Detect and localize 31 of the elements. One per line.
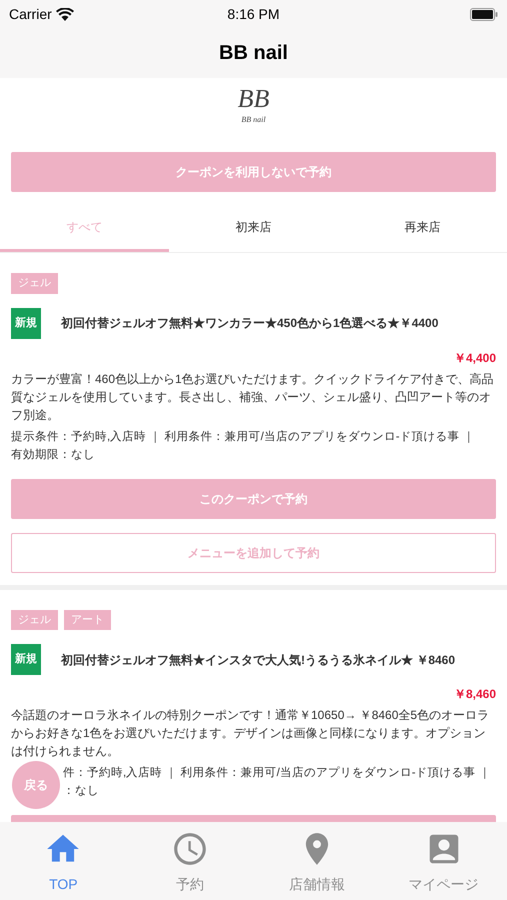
coupon-description: 今話題のオーロラ氷ネイルの特別クーポンです！通常￥10650→ ￥8460全5色のオーロラからお好きな1色をお選びいただけます。デザインは画像と同様になります。オプションは付けられません。 — [11, 707, 490, 760]
logo-monogram: BB — [238, 84, 270, 114]
coupon-price: ￥4,400 — [454, 350, 496, 366]
category-tag: アート — [64, 610, 111, 630]
filter-tab[interactable]: 再来店 — [338, 204, 507, 252]
filter-tab[interactable]: すべて — [0, 204, 169, 252]
reserve-without-coupon-button[interactable]: クーポンを利用しないで予約 — [11, 152, 496, 192]
nav-title: BB nail — [219, 41, 288, 66]
wifi-icon — [56, 8, 74, 20]
coupon-title: 初回付替ジェルオフ無料★ワンカラー★450色から1色選べる★￥4400 — [61, 315, 438, 332]
coupon-title: 初回付替ジェルオフ無料★インスタで大人気!うるうる氷ネイル★ ￥8460 — [61, 652, 456, 668]
logo-name: BB nail — [241, 114, 266, 126]
new-badge: 新規 — [11, 644, 41, 675]
coupon-price: ￥8,460 — [454, 686, 496, 703]
coupon-conditions: 提示条件：予約時,入店時 ｜ 利用条件：兼用可/当店のアプリをダウンロ-ド頂ける事 ｜ 有効期限：なし — [11, 429, 476, 462]
new-badge: 新規 — [11, 308, 41, 338]
bottom-tab[interactable]: 予約 — [126, 822, 254, 900]
add-menu-button[interactable]: メニューを追加して予約 — [11, 532, 496, 572]
bottom-tab[interactable]: 店舗情報 — [254, 822, 380, 900]
bottom-tab[interactable]: マイページ — [380, 822, 507, 900]
back-button[interactable]: 戻る — [12, 761, 60, 809]
reserve-coupon-button[interactable]: このクーポンで予約 — [11, 478, 496, 518]
category-tag: ジェル — [11, 273, 58, 294]
carrier-label: Carrier — [9, 4, 52, 24]
filter-tab[interactable]: 初来店 — [169, 204, 338, 252]
coupon-description: カラーが豊富！460色以上から1色お選びいただけます。クイックドライケア付きで、高品質なジェルを使用しています。長さ出し、補強、パーツ、シェル盛り、凸凹アート等のオフ別途。 — [11, 370, 495, 424]
category-tag: ジェル — [11, 610, 58, 630]
bottom-tab[interactable]: TOP — [0, 822, 127, 900]
battery-icon — [470, 8, 498, 20]
coupon-conditions: 件：予約時,入店時 ｜ 利用条件：兼用可/当店のアプリをダウンロ-ド頂ける事 ｜ ：なし — [63, 765, 492, 799]
clock-time: 8:16 PM — [227, 4, 280, 24]
